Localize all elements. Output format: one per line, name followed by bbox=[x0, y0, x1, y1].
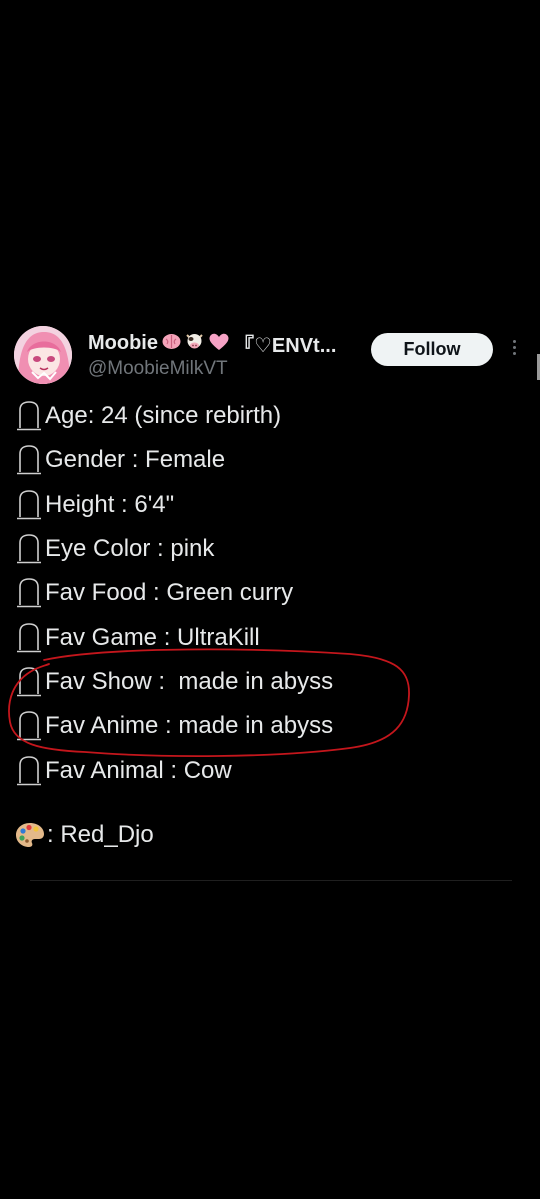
bio-line-text: Fav Game : UltraKill bbox=[45, 623, 260, 651]
headstone-emoji-icon bbox=[17, 578, 41, 608]
cow-emoji-icon bbox=[185, 332, 204, 354]
bio-line-fav-show: Fav Show : made in abyss bbox=[0, 660, 540, 704]
bio-line-fav-game: Fav Game : UltraKill bbox=[0, 615, 540, 659]
artist-palette-emoji-icon bbox=[16, 823, 44, 847]
bio-line-text: Gender : Female bbox=[45, 446, 226, 474]
headstone-emoji-icon bbox=[17, 622, 41, 652]
bio-lines: Age: 24 (since rebirth) Gender : Female … bbox=[0, 394, 540, 793]
headstone-emoji-icon bbox=[17, 711, 41, 741]
headstone-emoji-icon bbox=[17, 445, 41, 475]
bio-line-height: Height : 6'4" bbox=[0, 483, 540, 527]
bio-line-text: Fav Anime : made in abyss bbox=[45, 712, 334, 740]
bio-line-fav-food: Fav Food : Green curry bbox=[0, 571, 540, 615]
headstone-emoji-icon bbox=[17, 489, 41, 520]
user-names: Moobie 『♡ENVt... @MoobieMilkVT bbox=[88, 330, 363, 380]
follow-button[interactable]: Follow bbox=[371, 333, 493, 366]
headstone-emoji-icon bbox=[17, 401, 41, 431]
bio-line-text: Fav Food : Green curry bbox=[45, 579, 294, 607]
art-credit-text: : Red_Djo bbox=[47, 821, 154, 848]
pink-heart-emoji-icon bbox=[208, 332, 230, 355]
post-header: Moobie 『♡ENVt... @MoobieMilkVT Follow bbox=[0, 322, 540, 388]
bio-line-eye-color: Eye Color : pink bbox=[0, 527, 540, 571]
bio-line-fav-anime: Fav Anime : made in abyss bbox=[0, 704, 540, 748]
art-credit: : Red_Djo bbox=[15, 821, 154, 849]
bio-line-gender: Gender : Female bbox=[0, 438, 540, 482]
headstone-emoji-icon bbox=[17, 755, 41, 785]
brain-emoji-icon bbox=[162, 333, 181, 354]
bio-line-text: Fav Animal : Cow bbox=[45, 756, 232, 784]
headstone-emoji-icon bbox=[17, 667, 41, 697]
bio-line-fav-animal: Fav Animal : Cow bbox=[0, 748, 540, 792]
avatar[interactable] bbox=[14, 326, 72, 384]
display-name-text[interactable]: Moobie bbox=[88, 332, 158, 355]
bio-line-text: Age: 24 (since rebirth) bbox=[45, 402, 282, 430]
display-name-suffix[interactable]: 『♡ENVt... bbox=[234, 330, 336, 357]
post: Moobie 『♡ENVt... @MoobieMilkVT Follow Ag… bbox=[0, 322, 540, 881]
headstone-emoji-icon bbox=[17, 534, 41, 564]
bio-line-text: Eye Color : pink bbox=[45, 535, 215, 563]
user-handle[interactable]: @MoobieMilkVT bbox=[88, 358, 363, 380]
more-options-icon[interactable] bbox=[508, 340, 520, 362]
bio-line-age: Age: 24 (since rebirth) bbox=[0, 394, 540, 438]
bio-line-text: Fav Show : made in abyss bbox=[45, 667, 334, 695]
bio-line-text: Height : 6'4" bbox=[45, 490, 175, 518]
post-divider bbox=[30, 880, 512, 881]
display-name[interactable]: Moobie 『♡ENVt... bbox=[88, 330, 363, 357]
